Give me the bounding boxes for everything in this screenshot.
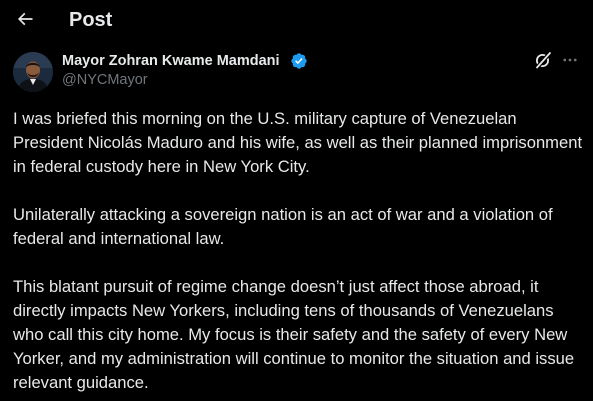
back-button[interactable] [12, 6, 38, 32]
page-title: Post [69, 9, 113, 31]
arrow-left-icon [17, 12, 33, 26]
author-handle[interactable]: @NYCMayor [62, 71, 148, 89]
post-text: I was briefed this morning on the U.S. m… [13, 107, 585, 395]
author-display-name[interactable]: Mayor Zohran Kwame Mamdani [62, 52, 280, 70]
post-paragraph: I was briefed this morning on the U.S. m… [13, 109, 583, 176]
post-paragraph: This blatant pursuit of regime change do… [13, 277, 575, 392]
post-paragraph: Unilaterally attacking a sovereign natio… [13, 205, 553, 248]
avatar[interactable] [13, 52, 53, 92]
more-horizontal-icon [563, 58, 577, 62]
more-options-button[interactable] [560, 50, 580, 70]
top-bar: Post [0, 0, 593, 42]
verified-badge-icon [291, 53, 307, 69]
grok-button[interactable] [533, 50, 553, 70]
grok-icon [536, 52, 551, 69]
